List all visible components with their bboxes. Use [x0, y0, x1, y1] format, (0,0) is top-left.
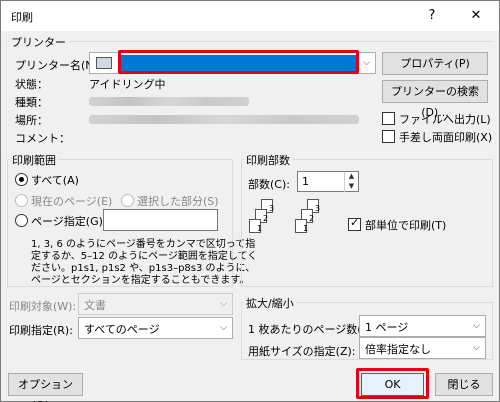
location-value-blurred — [89, 115, 359, 124]
collate-label[interactable]: 部単位で印刷(T) — [365, 217, 446, 233]
pages-per-sheet-select[interactable]: 1 ページ ⌵ — [359, 315, 486, 337]
manual-duplex-checkbox[interactable] — [382, 130, 395, 143]
scale-label: 用紙サイズの指定(Z): — [248, 345, 356, 358]
type-label: 種類： — [15, 96, 48, 109]
print-what-select[interactable]: 文書 ⌵ — [78, 293, 233, 315]
title-bar: 印刷 ? ✕ — [1, 1, 499, 31]
print-to-file-label[interactable]: ファイルへ出力(L) — [399, 111, 491, 127]
print-setting-value: すべてのページ — [84, 323, 160, 336]
collate-checkbox[interactable] — [348, 216, 361, 231]
find-printer-button[interactable]: プリンターの検索(D)... — [382, 80, 488, 119]
dialog-title: 印刷 — [11, 11, 33, 24]
chevron-down-icon: ⌵ — [363, 58, 370, 68]
pages-per-sheet-value: 1 ページ — [365, 321, 409, 334]
page-range-group-label: 印刷範囲 — [10, 152, 58, 168]
comment-label: コメント： — [15, 132, 70, 145]
all-pages-label[interactable]: すべて(A) — [31, 172, 79, 188]
print-what-value: 文書 — [84, 299, 106, 312]
page-spec-label[interactable]: ページ指定(G): — [31, 213, 107, 229]
manual-duplex-label[interactable]: 手差し両面印刷(X) — [399, 129, 492, 145]
close-button[interactable]: 閉じる — [435, 373, 493, 396]
chevron-down-icon: ⌵ — [473, 321, 480, 331]
page-spec-radio[interactable] — [15, 214, 28, 227]
copies-count-spinner[interactable]: 1 ▲ ▼ — [297, 171, 359, 192]
page-spec-input[interactable] — [103, 209, 218, 231]
chevron-down-icon: ⌵ — [220, 323, 227, 333]
copies-count-value: 1 — [302, 175, 309, 188]
current-page-label[interactable]: 現在のページ(E) — [31, 193, 112, 209]
printer-group-label: プリンター — [9, 34, 68, 50]
spin-up-icon[interactable]: ▲ — [344, 172, 358, 182]
print-dialog: 印刷 ? ✕ プリンター プリンター名(N): ⌵ プロパティ(P) プリンター… — [0, 0, 500, 402]
status-value: アイドリング中 — [89, 78, 166, 91]
print-to-file-checkbox[interactable] — [382, 112, 395, 125]
help-button[interactable]: ? — [409, 1, 455, 31]
location-label: 場所： — [15, 114, 48, 127]
page-range-help-4: ページとセクションを指定することもできます。 — [31, 275, 250, 286]
current-page-radio[interactable] — [15, 194, 28, 207]
chevron-down-icon: ⌵ — [220, 299, 227, 309]
collate-illustration-1: 3 2 1 — [247, 199, 287, 249]
copies-count-label: 部数(C): — [248, 178, 290, 191]
ok-button[interactable]: OK — [361, 373, 424, 396]
collate-illustration-2: 3 2 1 — [293, 199, 333, 249]
all-pages-radio[interactable] — [15, 173, 28, 186]
page-icon: 1 — [249, 219, 262, 233]
print-setting-label: 印刷指定(R): — [9, 324, 73, 337]
options-button[interactable]: オプション(O)... — [8, 373, 83, 402]
status-label: 状態： — [15, 78, 48, 91]
highlight-frame-printer — [118, 50, 359, 74]
selection-label[interactable]: 選択した部分(S) — [137, 193, 219, 209]
print-what-label: 印刷対象(W): — [9, 300, 77, 313]
copies-group-label: 印刷部数 — [244, 152, 292, 168]
printer-icon — [96, 57, 112, 69]
chevron-down-icon: ⌵ — [473, 343, 480, 353]
scale-select[interactable]: 倍率指定なし ⌵ — [359, 337, 486, 359]
type-value-blurred — [89, 97, 249, 106]
properties-button[interactable]: プロパティ(P) — [382, 52, 488, 75]
close-icon[interactable]: ✕ — [453, 1, 499, 31]
print-setting-select[interactable]: すべてのページ ⌵ — [78, 317, 233, 339]
spin-down-icon[interactable]: ▼ — [344, 182, 358, 192]
page-icon: 1 — [295, 219, 308, 233]
zoom-group-label: 拡大/縮小 — [244, 295, 296, 311]
scale-value: 倍率指定なし — [365, 343, 431, 356]
selection-radio[interactable] — [121, 194, 134, 207]
